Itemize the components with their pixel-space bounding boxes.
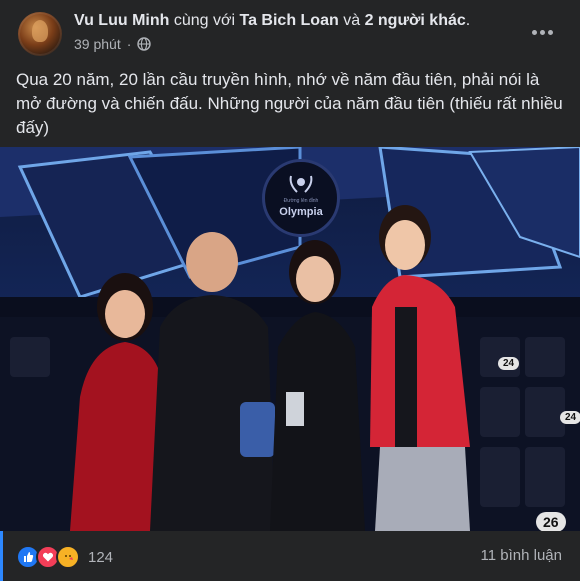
- title-period: .: [465, 12, 471, 29]
- dot-icon: [539, 29, 545, 35]
- reaction-count: 124: [88, 548, 114, 566]
- post-time[interactable]: 39 phút: [74, 36, 121, 52]
- seat-number: 24: [560, 411, 580, 424]
- and-text: và: [343, 12, 361, 29]
- author-avatar[interactable]: [18, 12, 62, 56]
- dot-icon: [547, 29, 553, 35]
- with-text: cùng với: [173, 12, 236, 29]
- seat-number: 24: [498, 357, 520, 370]
- post-meta: 39 phút ·: [74, 36, 152, 52]
- logo-small-text: Đường lên đỉnh: [283, 198, 319, 204]
- care-icon: [56, 545, 80, 569]
- post-title-line: Vu Luu Minh cùng với Ta Bich Loan và 2 n…: [74, 12, 470, 30]
- comments-link[interactable]: 11 bình luận: [481, 547, 562, 564]
- author-name[interactable]: Vu Luu Minh: [74, 12, 169, 29]
- tagged-name[interactable]: Ta Bich Loan: [239, 12, 338, 29]
- post-footer: 124 11 bình luận: [0, 531, 580, 581]
- more-options-button[interactable]: [526, 20, 558, 44]
- globe-icon[interactable]: [137, 37, 152, 51]
- meta-separator: ·: [126, 36, 132, 52]
- post-header: Vu Luu Minh cùng với Ta Bich Loan và 2 n…: [0, 0, 580, 64]
- olympia-logo: Đường lên đỉnh Olympia: [262, 159, 340, 237]
- post-photo[interactable]: Đường lên đỉnh Olympia 24 24 26: [0, 147, 580, 531]
- others-link[interactable]: 2 người khác: [365, 12, 466, 29]
- seat-number: 26: [536, 512, 566, 531]
- reactions-summary[interactable]: 124: [16, 545, 113, 569]
- logo-big-text: Olympia: [279, 206, 323, 218]
- post-text: Qua 20 năm, 20 lần cầu truyền hình, nhớ …: [16, 70, 563, 137]
- laurel-icon: [289, 175, 313, 193]
- dot-icon: [531, 29, 537, 35]
